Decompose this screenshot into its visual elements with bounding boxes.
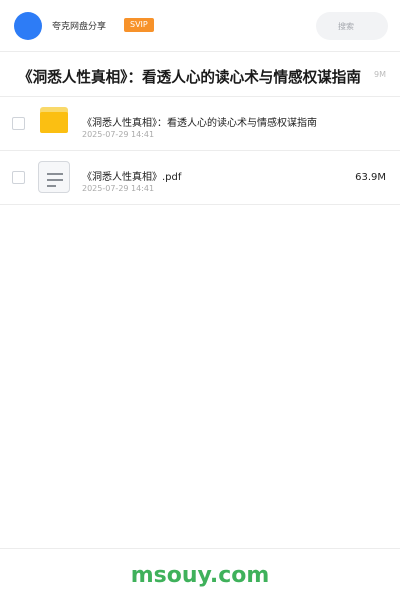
watermark: msouy.com (130, 563, 270, 588)
search-input[interactable] (316, 12, 388, 40)
folder-icon (38, 107, 70, 139)
username[interactable]: 夸克网盘分享 (52, 19, 106, 32)
title-size: 9M (374, 70, 386, 79)
file-date: 2025-07-29 14:41 (82, 130, 155, 139)
row-checkbox[interactable] (12, 117, 25, 130)
document-icon (38, 161, 70, 193)
file-name[interactable]: 《洞悉人性真相》.pdf (82, 168, 181, 183)
row-checkbox[interactable] (12, 171, 25, 184)
avatar[interactable] (14, 12, 42, 40)
page-title: 《洞悉人性真相》：看透人心的读心术与情感权谋指南 (18, 69, 361, 86)
footer: msouy.com (0, 548, 400, 600)
file-name[interactable]: 《洞悉人性真相》：看透人心的读心术与情感权谋指南 (82, 114, 317, 129)
file-size: 63.9M (355, 172, 386, 183)
file-row-folder[interactable]: 《洞悉人性真相》：看透人心的读心术与情感权谋指南 2025-07-29 14:4… (0, 97, 400, 151)
title-bar: 《洞悉人性真相》：看透人心的读心术与情感权谋指南 9M (0, 53, 400, 97)
file-row-pdf[interactable]: 《洞悉人性真相》.pdf 2025-07-29 14:41 63.9M (0, 151, 400, 205)
header: 夸克网盘分享 SVIP (0, 0, 400, 52)
file-date: 2025-07-29 14:41 (82, 184, 155, 193)
svip-badge: SVIP (124, 18, 154, 32)
